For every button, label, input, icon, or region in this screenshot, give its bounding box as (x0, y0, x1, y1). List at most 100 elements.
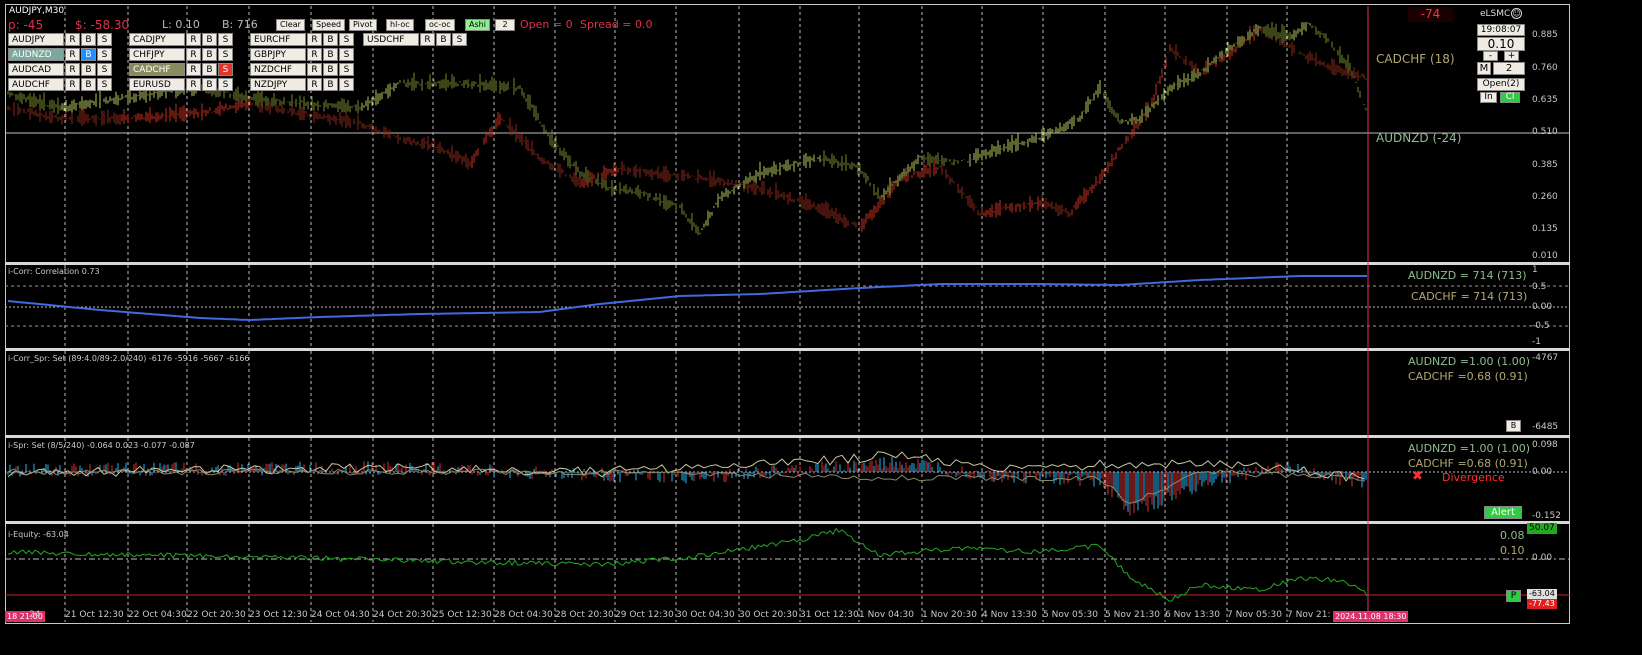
symbol-audjpy[interactable]: AUDJPY (8, 33, 64, 46)
p-button[interactable]: P (1506, 590, 1521, 602)
spr-pane-title: i-Corr_Spr: Set (89:4.0/89:2.0/240) -617… (8, 354, 250, 363)
close-all-button[interactable]: Cl (1500, 92, 1520, 103)
reverse-button[interactable]: R (65, 33, 80, 46)
clear-button[interactable]: Clear (276, 19, 305, 31)
buy-button[interactable]: B (81, 48, 96, 61)
buy-button[interactable]: B (323, 48, 338, 61)
buy-button[interactable]: B (81, 78, 96, 91)
sell-button[interactable]: S (218, 48, 233, 61)
symbol-nzdchf[interactable]: NZDCHF (250, 63, 306, 76)
m-input[interactable]: 2 (1493, 62, 1525, 75)
reverse-button[interactable]: R (307, 63, 322, 76)
time-axis-label: 24 Oct 04:30 (311, 610, 370, 620)
sell-button[interactable]: S (97, 48, 112, 61)
speed-button[interactable]: Speed (312, 19, 346, 31)
symbol-nzdjpy[interactable]: NZDJPY (250, 78, 306, 91)
symbol-eurchf[interactable]: EURCHF (250, 33, 306, 46)
buy-button[interactable]: B (202, 63, 217, 76)
equity-line (7, 527, 1368, 602)
ea-name: eLSMC (1480, 9, 1511, 19)
corr-scale-label: 1 (1532, 265, 1538, 275)
sell-button[interactable]: S (218, 78, 233, 91)
symbol-audcad[interactable]: AUDCAD (8, 63, 64, 76)
buy-button[interactable]: B (202, 78, 217, 91)
reverse-button[interactable]: R (307, 48, 322, 61)
time-axis-label: 22 Oct 20:30 (187, 610, 246, 620)
symbol-cadjpy[interactable]: CADJPY (129, 33, 185, 46)
buy-button[interactable]: B (202, 33, 217, 46)
reverse-button[interactable]: R (65, 48, 80, 61)
audnzd-line-label: AUDNZD (-24) (1376, 131, 1462, 145)
time-axis-label: 28 Oct 20:30 (555, 610, 614, 620)
sell-button[interactable]: S (339, 33, 354, 46)
bars-label: B: 716 (222, 18, 258, 31)
symbol-gbpjpy[interactable]: GBPJPY (250, 48, 306, 61)
symbol-audchf[interactable]: AUDCHF (8, 78, 64, 91)
corr-scale-label: 0.5 (1532, 282, 1547, 292)
open-count-label: Open = 0 (520, 18, 573, 31)
reverse-button[interactable]: R (307, 33, 322, 46)
in-button[interactable]: In (1480, 92, 1497, 103)
time-axis-label: 31 Oct 12:30 (800, 610, 859, 620)
reverse-button[interactable]: R (307, 78, 322, 91)
lot-input[interactable]: 0.10 (1477, 37, 1525, 51)
ashi-period-input[interactable]: 2 (495, 19, 515, 31)
corr-scale-label: -0.5 (1532, 321, 1550, 331)
smiley-icon: ☺ (1511, 8, 1522, 19)
sell-button[interactable]: S (339, 78, 354, 91)
buy-button[interactable]: B (323, 78, 338, 91)
alert-button[interactable]: Alert (1484, 506, 1522, 519)
equity-value-2: 0.10 (1500, 544, 1525, 557)
sell-button[interactable]: S (339, 63, 354, 76)
corr-legend-audnzd: AUDNZD = 714 (713) (1408, 269, 1527, 282)
buy-button[interactable]: B (323, 33, 338, 46)
b-button[interactable]: B (1506, 420, 1521, 432)
sell-button[interactable]: S (97, 63, 112, 76)
price-scale-label: 0.635 (1532, 95, 1558, 105)
buy-button[interactable]: B (202, 48, 217, 61)
buy-button[interactable]: B (436, 33, 451, 46)
sell-button[interactable]: S (218, 33, 233, 46)
sell-button[interactable]: S (218, 63, 233, 76)
time-axis-label: 22 Oct 04:30 (128, 610, 187, 620)
ashi-button[interactable]: Ashi (465, 19, 490, 31)
buy-button[interactable]: B (81, 63, 96, 76)
spread-label: Spread = 0.0 (580, 18, 653, 31)
time-axis-label: 1 Nov 04:30 (859, 610, 914, 620)
score-badge: -74 (1408, 7, 1453, 22)
price-scale-label: 0.010 (1532, 251, 1558, 261)
time-end-badge: 2024.11.08 18:30 (1333, 611, 1409, 622)
reverse-button[interactable]: R (186, 33, 201, 46)
hl-oc-button[interactable]: hl-oc (386, 19, 414, 31)
symbol-eurusd[interactable]: EURUSD (129, 78, 185, 91)
symbol-cadchf[interactable]: CADCHF (129, 63, 185, 76)
price-scale-label: 0.510 (1532, 127, 1558, 137)
reverse-button[interactable]: R (65, 78, 80, 91)
corr-legend-cadchf: CADCHF = 714 (713) (1411, 290, 1528, 303)
time-axis-label: 5 Nov 21:30 (1105, 610, 1160, 620)
lot-minus-button[interactable]: - (1483, 51, 1498, 61)
set-legend-audnzd: AUDNZD =1.00 (1.00) (1408, 442, 1531, 455)
spr-legend-cadchf: CADCHF =0.68 (0.91) (1408, 370, 1528, 383)
correlation-line (7, 275, 1367, 322)
sell-button[interactable]: S (339, 48, 354, 61)
pivot-button[interactable]: Pivot (349, 19, 377, 31)
reverse-button[interactable]: R (420, 33, 435, 46)
reverse-button[interactable]: R (186, 48, 201, 61)
open-trades-button[interactable]: Open(2) (1477, 78, 1525, 91)
symbol-audnzd[interactable]: AUDNZD (8, 48, 64, 61)
time-axis-label: 7 Nov 05:30 (1227, 610, 1282, 620)
oc-oc-button[interactable]: oc-oc (425, 19, 455, 31)
symbol-usdchf[interactable]: USDCHF (363, 33, 419, 46)
sell-button[interactable]: S (97, 78, 112, 91)
reverse-button[interactable]: R (186, 63, 201, 76)
time-axis-label: 6 Nov 13:30 (1165, 610, 1220, 620)
buy-button[interactable]: B (323, 63, 338, 76)
symbol-chfjpy[interactable]: CHFJPY (129, 48, 185, 61)
sell-button[interactable]: S (452, 33, 467, 46)
reverse-button[interactable]: R (65, 63, 80, 76)
reverse-button[interactable]: R (186, 78, 201, 91)
buy-button[interactable]: B (81, 33, 96, 46)
lot-plus-button[interactable]: + (1504, 51, 1519, 61)
sell-button[interactable]: S (97, 33, 112, 46)
